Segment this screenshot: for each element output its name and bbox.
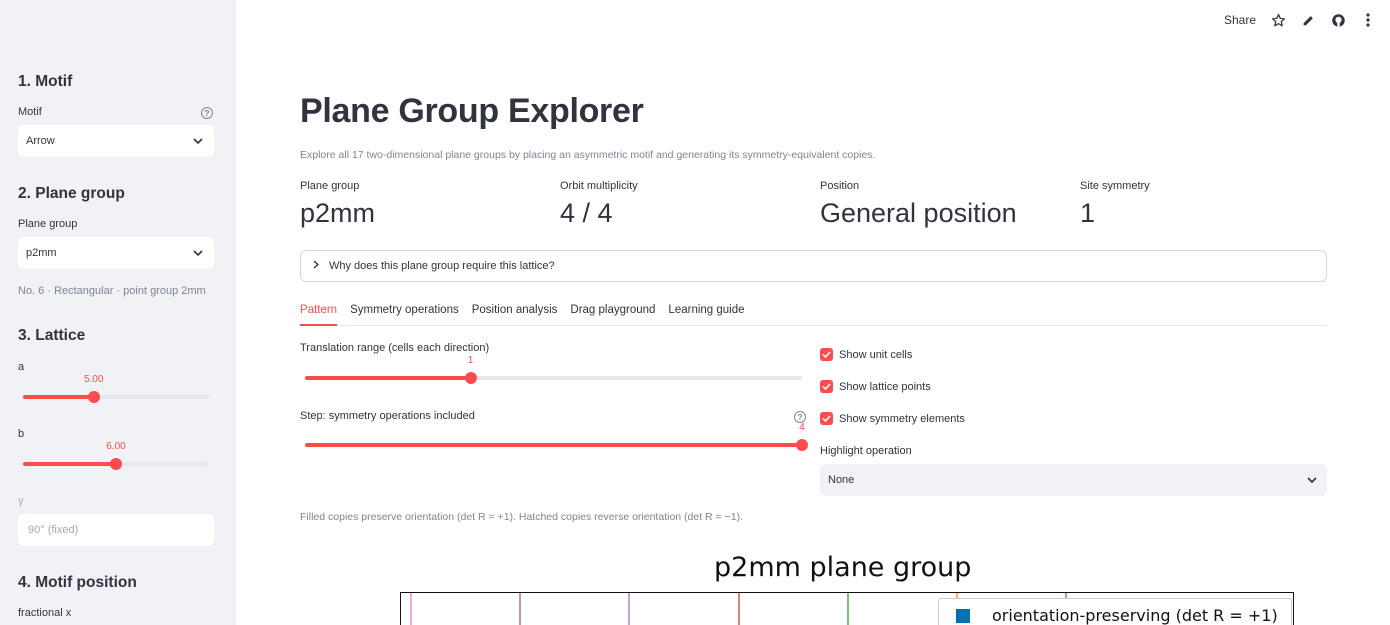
translation-range-slider[interactable]: 1: [305, 355, 802, 384]
share-button[interactable]: Share: [1224, 13, 1256, 27]
slider-thumb[interactable]: [796, 439, 808, 451]
lattice-explanation-expander[interactable]: Why does this plane group require this l…: [300, 250, 1327, 282]
tab-drag-playground[interactable]: Drag playground: [570, 302, 655, 326]
metric-value: p2mm: [300, 198, 376, 228]
highlight-operation-label: Highlight operation: [820, 445, 912, 457]
a-label: a: [18, 361, 25, 373]
page-subtitle: Explore all 17 two-dimensional plane gro…: [300, 149, 876, 161]
edit-pencil-icon[interactable]: [1300, 12, 1316, 28]
gamma-label: γ: [18, 495, 24, 507]
step-label: Step: symmetry operations included: [300, 410, 475, 422]
metric-value: 4 / 4: [560, 198, 613, 228]
star-icon[interactable]: [1270, 12, 1286, 28]
plane-group-label: Plane group: [18, 218, 78, 230]
slider-value: 6.00: [106, 441, 126, 452]
tab-pattern[interactable]: Pattern: [300, 302, 338, 326]
more-vertical-icon[interactable]: [1360, 12, 1376, 28]
metric-value: 1: [1080, 198, 1096, 228]
gamma-field: 90° (fixed): [18, 514, 214, 546]
tab-position-analysis[interactable]: Position analysis: [472, 302, 558, 326]
legend-swatch: [956, 608, 970, 623]
expander-label: Why does this plane group require this l…: [329, 260, 555, 272]
slider-fill: [23, 395, 94, 399]
github-icon[interactable]: [1330, 12, 1346, 28]
motif-label: Motif: [18, 106, 42, 118]
metric-orbit-multiplicity: Orbit multiplicity 4 / 4: [560, 180, 638, 229]
b-label: b: [18, 428, 25, 440]
help-icon[interactable]: ?: [201, 107, 213, 119]
b-slider[interactable]: 6.00: [23, 441, 209, 470]
metric-value: General position: [820, 198, 1017, 228]
show-symmetry-elements-checkbox[interactable]: Show symmetry elements: [820, 412, 965, 425]
chart-legend: orientation-preserving (det R = +1): [938, 598, 1292, 625]
slider-value: 4: [799, 422, 805, 433]
plane-group-select-value: p2mm: [26, 247, 57, 259]
slider-thumb[interactable]: [464, 372, 477, 384]
show-lattice-points-checkbox[interactable]: Show lattice points: [820, 380, 931, 393]
top-toolbar: Share: [1224, 12, 1376, 28]
sidebar: 1. Motif Motif ? Arrow 2. Plane group Pl…: [0, 0, 236, 625]
page-title: Plane Group Explorer: [300, 92, 644, 130]
show-unit-cells-checkbox[interactable]: Show unit cells: [820, 348, 912, 361]
tab-symmetry-operations[interactable]: Symmetry operations: [350, 302, 459, 326]
tab-bar: Pattern Symmetry operations Position ana…: [300, 302, 1327, 326]
checkmark-icon: [820, 380, 833, 393]
metric-label: Site symmetry: [1080, 180, 1150, 192]
metric-site-symmetry: Site symmetry 1: [1080, 180, 1150, 229]
motif-select-value: Arrow: [26, 135, 55, 147]
slider-thumb[interactable]: [87, 391, 100, 403]
slider-value: 1: [467, 355, 474, 366]
metric-label: Plane group: [300, 180, 360, 192]
metric-position: Position General position: [820, 180, 1017, 229]
chevron-down-icon: [182, 249, 214, 257]
metric-label: Position: [820, 180, 860, 192]
plane-group-caption: No. 6 · Rectangular · point group 2mm: [18, 285, 206, 297]
chevron-right-icon: [313, 260, 320, 272]
legend-label: orientation-preserving (det R = +1): [992, 606, 1278, 625]
checkmark-icon: [820, 412, 833, 425]
slider-fill: [305, 443, 802, 447]
checkmark-icon: [820, 348, 833, 361]
plane-group-heading: 2. Plane group: [18, 185, 125, 202]
chevron-down-icon: [1297, 476, 1327, 484]
slider-fill: [305, 376, 471, 380]
checkbox-label: Show unit cells: [839, 348, 913, 361]
translation-range-label: Translation range (cells each direction): [300, 342, 490, 354]
tab-learning-guide[interactable]: Learning guide: [668, 302, 744, 326]
metric-label: Orbit multiplicity: [560, 180, 638, 192]
checkbox-label: Show lattice points: [839, 380, 931, 393]
highlight-select-value: None: [828, 474, 855, 486]
motif-heading: 1. Motif: [18, 73, 73, 90]
highlight-operation-select[interactable]: None: [820, 464, 1327, 496]
slider-value: 5.00: [83, 374, 104, 385]
lattice-heading: 3. Lattice: [18, 327, 86, 344]
metric-plane-group: Plane group p2mm: [300, 180, 375, 229]
orientation-caption: Filled copies preserve orientation (det …: [300, 511, 743, 523]
checkbox-label: Show symmetry elements: [839, 412, 965, 425]
slider-fill: [23, 462, 116, 466]
chart-title: p2mm plane group: [714, 552, 972, 583]
motif-position-heading: 4. Motif position: [18, 574, 137, 591]
motif-select[interactable]: Arrow: [18, 125, 214, 157]
slider-thumb[interactable]: [110, 458, 122, 470]
plane-group-select[interactable]: p2mm: [18, 237, 214, 269]
step-slider[interactable]: 4: [305, 422, 808, 451]
chevron-down-icon: [182, 137, 214, 145]
fractional-x-label: fractional x: [18, 607, 72, 619]
a-slider[interactable]: 5.00: [23, 374, 209, 403]
